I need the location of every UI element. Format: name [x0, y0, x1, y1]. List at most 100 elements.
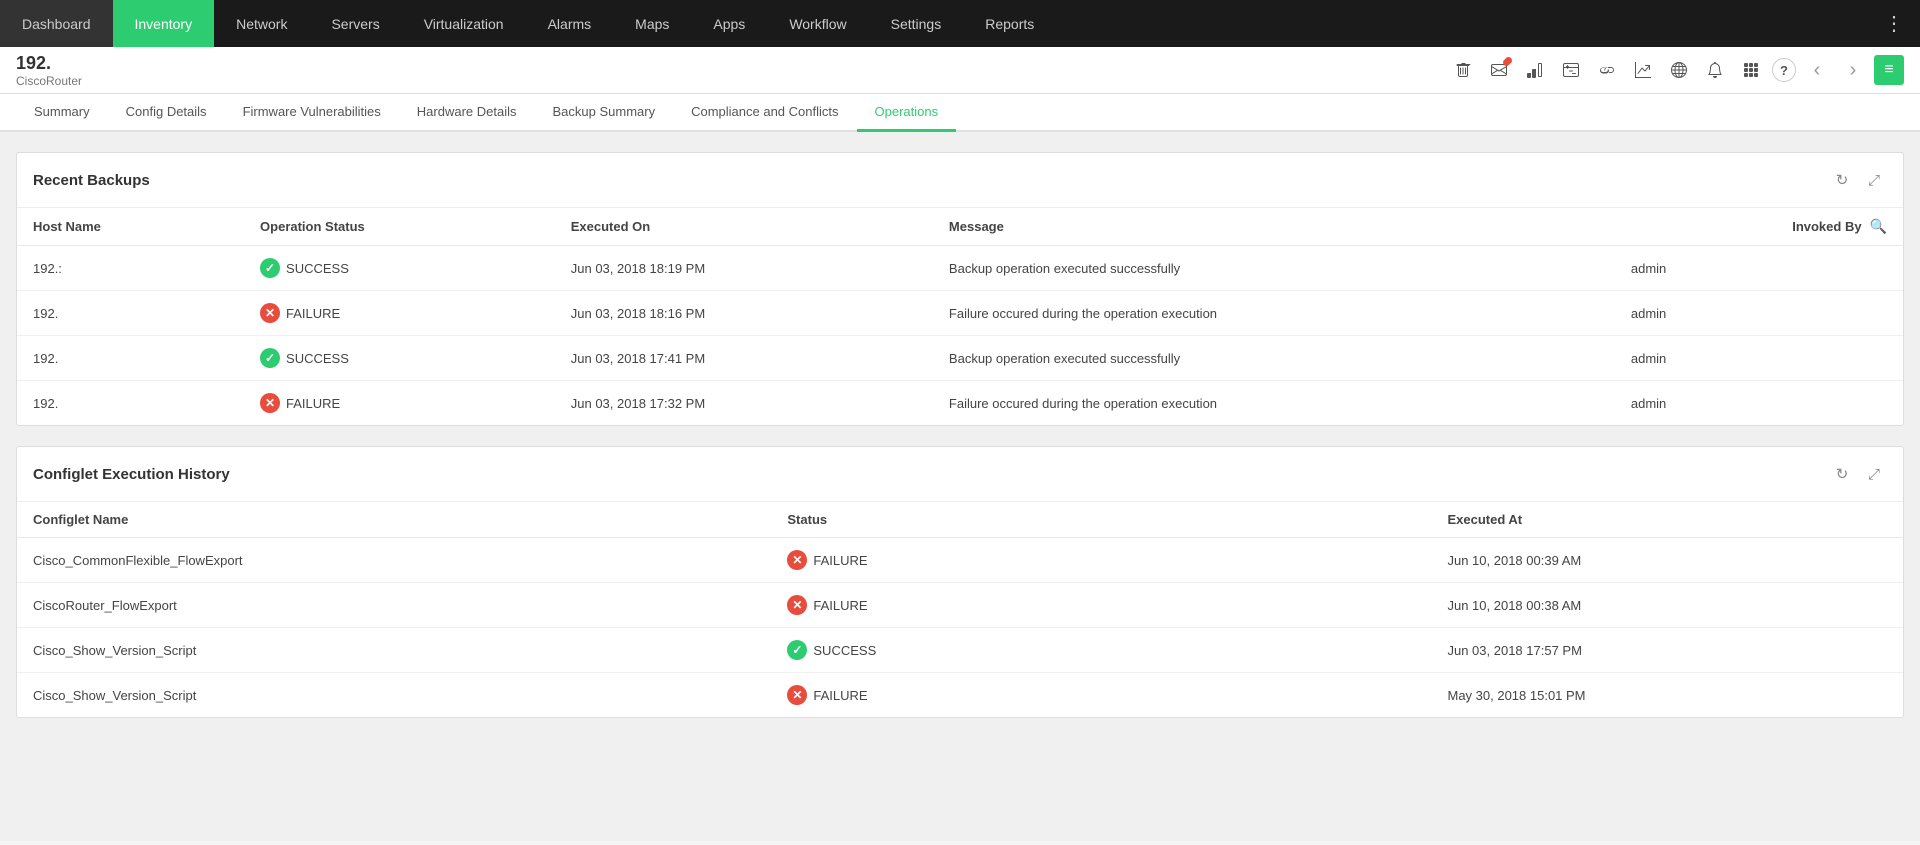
nav-servers[interactable]: Servers: [309, 0, 401, 47]
recent-backups-expand[interactable]: ⤢: [1861, 167, 1887, 193]
console-icon[interactable]: [1556, 55, 1586, 85]
th-host-name: Host Name: [17, 208, 244, 246]
table-row: Cisco_Show_Version_Script ✕ FAILURE May …: [17, 673, 1903, 718]
cell-status: ✓ SUCCESS: [244, 336, 555, 381]
main-content: Recent Backups ↻ ⤢ Host Name Operation S…: [0, 132, 1920, 841]
nav-workflow[interactable]: Workflow: [767, 0, 868, 47]
recent-backups-table-wrapper: Host Name Operation Status Executed On M…: [17, 208, 1903, 425]
tab-firmware-vulnerabilities[interactable]: Firmware Vulnerabilities: [225, 94, 399, 132]
tab-hardware-details[interactable]: Hardware Details: [399, 94, 535, 132]
nav-more-button[interactable]: ⋮: [1868, 0, 1920, 47]
recent-backups-header: Recent Backups ↻ ⤢: [17, 153, 1903, 208]
device-info: 192. CiscoRouter: [16, 53, 82, 88]
trash-icon[interactable]: [1448, 55, 1478, 85]
configlet-history-tbody: Cisco_CommonFlexible_FlowExport ✕ FAILUR…: [17, 538, 1903, 718]
configlet-history-refresh[interactable]: ↻: [1829, 461, 1855, 487]
cell-invoked-by: admin: [1615, 246, 1903, 291]
configlet-history-header-row: Configlet Name Status Executed At: [17, 502, 1903, 538]
globe-icon[interactable]: [1664, 55, 1694, 85]
cell-host: 192.: [17, 381, 244, 426]
cell-executed-on: Jun 03, 2018 17:32 PM: [555, 381, 933, 426]
invoked-by-search-icon[interactable]: 🔍: [1870, 218, 1887, 235]
cell-message: Failure occured during the operation exe…: [933, 291, 1615, 336]
configlet-history-table-wrapper: Configlet Name Status Executed At Cisco_…: [17, 502, 1903, 717]
th-invoked-by: Invoked By 🔍: [1615, 208, 1903, 246]
help-icon[interactable]: ?: [1772, 58, 1796, 82]
tab-operations[interactable]: Operations: [857, 94, 957, 132]
cell-status: ✕ FAILURE: [244, 291, 555, 336]
subtitle-bar: 192. CiscoRouter ? ‹: [0, 47, 1920, 94]
cell-status: ✓ SUCCESS: [771, 628, 1431, 673]
table-row: 192.: ✓ SUCCESS Jun 03, 2018 18:19 PM Ba…: [17, 246, 1903, 291]
cell-executed-on: Jun 03, 2018 18:16 PM: [555, 291, 933, 336]
recent-backups-refresh[interactable]: ↻: [1829, 167, 1855, 193]
cell-host: 192.: [17, 336, 244, 381]
tab-backup-summary[interactable]: Backup Summary: [535, 94, 674, 132]
success-icon: ✓: [787, 640, 807, 660]
tabs-bar: Summary Config Details Firmware Vulnerab…: [0, 94, 1920, 132]
cell-host: 192.:: [17, 246, 244, 291]
nav-maps[interactable]: Maps: [613, 0, 691, 47]
cell-status: ✕ FAILURE: [771, 673, 1431, 718]
recent-backups-table: Host Name Operation Status Executed On M…: [17, 208, 1903, 425]
cell-configlet-name: Cisco_Show_Version_Script: [17, 673, 771, 718]
toolbar-icons: ? ‹ › ≡: [1448, 55, 1904, 85]
th-configlet-name: Configlet Name: [17, 502, 771, 538]
nav-virtualization[interactable]: Virtualization: [402, 0, 526, 47]
cell-host: 192.: [17, 291, 244, 336]
configlet-history-section: Configlet Execution History ↻ ⤢ Configle…: [16, 446, 1904, 718]
cell-message: Backup operation executed successfully: [933, 336, 1615, 381]
cell-executed-at: May 30, 2018 15:01 PM: [1431, 673, 1903, 718]
success-icon: ✓: [260, 258, 280, 278]
nav-dashboard[interactable]: Dashboard: [0, 0, 113, 47]
recent-backups-title: Recent Backups: [33, 172, 150, 189]
nav-settings[interactable]: Settings: [869, 0, 964, 47]
cell-invoked-by: admin: [1615, 336, 1903, 381]
th-status: Status: [771, 502, 1431, 538]
nav-network[interactable]: Network: [214, 0, 309, 47]
grid-icon[interactable]: [1736, 55, 1766, 85]
recent-backups-tbody: 192.: ✓ SUCCESS Jun 03, 2018 18:19 PM Ba…: [17, 246, 1903, 426]
cell-configlet-name: CiscoRouter_FlowExport: [17, 583, 771, 628]
th-operation-status: Operation Status: [244, 208, 555, 246]
table-row: Cisco_CommonFlexible_FlowExport ✕ FAILUR…: [17, 538, 1903, 583]
nav-inventory[interactable]: Inventory: [113, 0, 215, 47]
device-ip: 192.: [16, 53, 82, 74]
configlet-history-expand[interactable]: ⤢: [1861, 461, 1887, 487]
back-button[interactable]: ‹: [1802, 55, 1832, 85]
cell-configlet-name: Cisco_CommonFlexible_FlowExport: [17, 538, 771, 583]
configlet-history-table: Configlet Name Status Executed At Cisco_…: [17, 502, 1903, 717]
configlet-history-actions: ↻ ⤢: [1829, 461, 1887, 487]
success-icon: ✓: [260, 348, 280, 368]
graph-icon[interactable]: [1628, 55, 1658, 85]
nav-reports[interactable]: Reports: [963, 0, 1056, 47]
bell-icon[interactable]: [1700, 55, 1730, 85]
recent-backups-header-row: Host Name Operation Status Executed On M…: [17, 208, 1903, 246]
configlet-history-header: Configlet Execution History ↻ ⤢: [17, 447, 1903, 502]
recent-backups-section: Recent Backups ↻ ⤢ Host Name Operation S…: [16, 152, 1904, 426]
tab-config-details[interactable]: Config Details: [108, 94, 225, 132]
cell-executed-at: Jun 10, 2018 00:39 AM: [1431, 538, 1903, 583]
device-name: CiscoRouter: [16, 74, 82, 88]
forward-button[interactable]: ›: [1838, 55, 1868, 85]
nav-apps[interactable]: Apps: [691, 0, 767, 47]
nav-alarms[interactable]: Alarms: [526, 0, 614, 47]
th-message: Message: [933, 208, 1615, 246]
cell-message: Backup operation executed successfully: [933, 246, 1615, 291]
failure-icon: ✕: [787, 550, 807, 570]
failure-icon: ✕: [260, 393, 280, 413]
hamburger-menu[interactable]: ≡: [1874, 55, 1904, 85]
email-icon[interactable]: [1484, 55, 1514, 85]
link-icon[interactable]: [1592, 55, 1622, 85]
tab-compliance-conflicts[interactable]: Compliance and Conflicts: [673, 94, 856, 132]
failure-icon: ✕: [787, 685, 807, 705]
th-executed-at: Executed At: [1431, 502, 1903, 538]
table-row: 192. ✓ SUCCESS Jun 03, 2018 17:41 PM Bac…: [17, 336, 1903, 381]
report-icon[interactable]: [1520, 55, 1550, 85]
cell-invoked-by: admin: [1615, 291, 1903, 336]
table-row: 192. ✕ FAILURE Jun 03, 2018 17:32 PM Fai…: [17, 381, 1903, 426]
failure-icon: ✕: [787, 595, 807, 615]
cell-message: Failure occured during the operation exe…: [933, 381, 1615, 426]
tab-summary[interactable]: Summary: [16, 94, 108, 132]
th-executed-on: Executed On: [555, 208, 933, 246]
